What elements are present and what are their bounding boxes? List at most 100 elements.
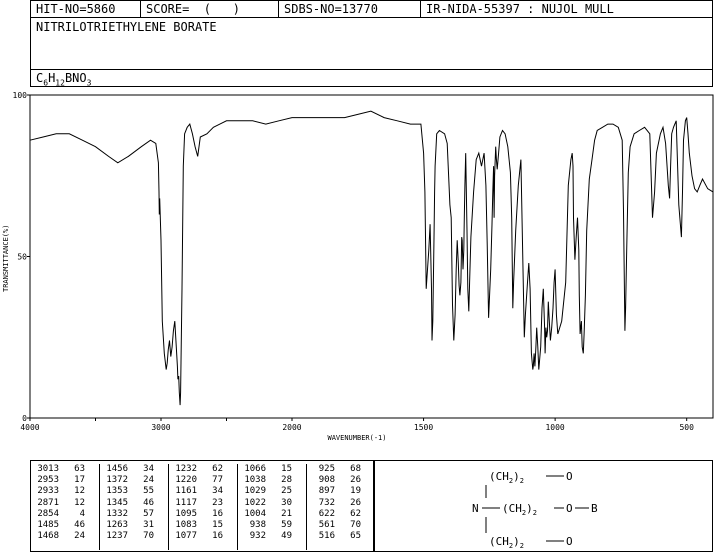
x-tick-label: 500 xyxy=(679,423,694,432)
arm-mid-ch2: (CH2)2 xyxy=(502,502,537,517)
peak-wavenumber: 1372 xyxy=(106,475,128,486)
x-axis-label: WAVENUMBER(-1) xyxy=(327,434,386,442)
peak-wavenumber: 1220 xyxy=(175,475,197,486)
peak-wavenumber: 897 xyxy=(318,486,335,497)
peak-wavenumber: 925 xyxy=(318,464,335,474)
peak-transmittance: 77 xyxy=(212,475,223,486)
peak-wavenumber: 1095 xyxy=(175,508,197,519)
ir-spectrum-chart: 4000 3000 2000 1500 1000 500100500 TRANSMITTA… xyxy=(2,91,714,442)
peak-wavenumber: 1345 xyxy=(106,497,128,508)
peak-row: 938 59 xyxy=(238,520,306,531)
peak-wavenumber: 938 xyxy=(249,519,266,530)
peak-transmittance: 12 xyxy=(74,486,85,497)
peak-row: 2933 12 xyxy=(31,486,99,497)
peak-row: 561 70 xyxy=(307,520,375,531)
peak-transmittance: 70 xyxy=(350,519,361,530)
arm-bottom-ch2: (CH2)2 xyxy=(489,535,524,550)
peak-wavenumber: 1161 xyxy=(175,486,197,497)
peak-transmittance: 16 xyxy=(212,508,223,519)
boron: B xyxy=(591,502,598,515)
peak-transmittance: 59 xyxy=(281,519,292,530)
peak-transmittance: 68 xyxy=(350,464,361,474)
peak-wavenumber: 1083 xyxy=(175,519,197,530)
peak-transmittance: 65 xyxy=(350,531,361,542)
peak-wavenumber: 622 xyxy=(318,508,335,519)
x-tick-label: 1000 xyxy=(545,423,564,432)
peak-transmittance: 57 xyxy=(143,508,154,519)
peak-row: 932 49 xyxy=(238,531,306,542)
peak-row: 1332 57 xyxy=(100,509,168,520)
x-tick-label: 2000 xyxy=(282,423,301,432)
peak-row: 1456 34 xyxy=(100,464,168,475)
peak-transmittance: 15 xyxy=(212,519,223,530)
peak-wavenumber: 932 xyxy=(249,531,266,542)
peak-row: 1468 24 xyxy=(31,531,99,542)
peak-row: 2854 4 xyxy=(31,509,99,520)
structure-box: (CH2)2 O N (CH2)2 O B (CH2)2 O xyxy=(373,460,713,552)
peak-transmittance: 19 xyxy=(350,486,361,497)
peak-transmittance: 26 xyxy=(350,475,361,486)
peak-row: 1237 70 xyxy=(100,531,168,542)
y-tick-label: 0 xyxy=(22,414,27,423)
x-tick-label: 4000 xyxy=(20,423,39,432)
peak-wavenumber: 1077 xyxy=(175,531,197,542)
peak-wavenumber: 1038 xyxy=(244,475,266,486)
peak-row: 1353 55 xyxy=(100,486,168,497)
peak-row: 1485 46 xyxy=(31,520,99,531)
peak-transmittance: 49 xyxy=(281,531,292,542)
peak-row: 1022 30 xyxy=(238,498,306,509)
peak-transmittance: 23 xyxy=(212,497,223,508)
peak-transmittance: 24 xyxy=(143,475,154,486)
peak-wavenumber: 1237 xyxy=(106,531,128,542)
peak-wavenumber: 1029 xyxy=(244,486,266,497)
peak-transmittance: 31 xyxy=(143,519,154,530)
peak-transmittance: 15 xyxy=(281,464,292,474)
peak-wavenumber: 1353 xyxy=(106,486,128,497)
peak-wavenumber: 1066 xyxy=(244,464,266,474)
peak-wavenumber: 1117 xyxy=(175,497,197,508)
x-tick-label: 1500 xyxy=(414,423,433,432)
peak-column: 925 68 908 26 897 19 732 26 622 62 561 70 516 65 xyxy=(307,464,375,550)
peak-row: 1232 62 xyxy=(169,464,237,475)
peak-wavenumber: 1022 xyxy=(244,497,266,508)
oxygen-mid: O xyxy=(566,502,573,515)
peak-wavenumber: 1332 xyxy=(106,508,128,519)
peak-row: 3013 63 xyxy=(31,464,99,475)
peak-transmittance: 46 xyxy=(74,519,85,530)
arm-top-ch2: (CH2)2 xyxy=(489,470,524,485)
peak-row: 925 68 xyxy=(307,464,375,475)
peak-wavenumber: 2854 xyxy=(37,508,59,519)
peak-row: 1083 15 xyxy=(169,520,237,531)
peak-wavenumber: 1468 xyxy=(37,531,59,542)
peak-row: 1263 31 xyxy=(100,520,168,531)
peak-row: 2953 17 xyxy=(31,475,99,486)
peak-wavenumber: 2871 xyxy=(37,497,59,508)
y-axis-label: TRANSMITTANCE(%) xyxy=(2,225,10,292)
peak-transmittance: 62 xyxy=(350,508,361,519)
peak-transmittance: 28 xyxy=(281,475,292,486)
peak-transmittance: 63 xyxy=(74,464,85,474)
peak-row: 1117 23 xyxy=(169,498,237,509)
peak-wavenumber: 2953 xyxy=(37,475,59,486)
oxygen-bottom: O xyxy=(566,535,573,548)
peak-transmittance: 46 xyxy=(143,497,154,508)
peak-row: 1345 46 xyxy=(100,498,168,509)
peak-row: 622 62 xyxy=(307,509,375,520)
peak-transmittance: 62 xyxy=(212,464,223,474)
spectrum-line xyxy=(29,110,714,406)
peak-row: 1095 16 xyxy=(169,509,237,520)
peak-transmittance: 21 xyxy=(281,508,292,519)
peak-transmittance: 12 xyxy=(74,497,85,508)
peak-column: 3013 63 2953 17 2933 12 2871 12 2854 4 1485 46 1468 2… xyxy=(31,464,100,550)
peak-wavenumber: 3013 xyxy=(37,464,59,474)
peak-row: 1372 24 xyxy=(100,475,168,486)
peak-transmittance: 34 xyxy=(143,464,154,474)
peak-transmittance: 24 xyxy=(74,531,85,542)
peak-wavenumber: 1263 xyxy=(106,519,128,530)
peak-row: 1161 34 xyxy=(169,486,237,497)
peak-row: 1066 15 xyxy=(238,464,306,475)
peak-wavenumber: 1485 xyxy=(37,519,59,530)
peak-row: 1038 28 xyxy=(238,475,306,486)
peak-transmittance: 17 xyxy=(74,475,85,486)
peak-transmittance: 70 xyxy=(143,531,154,542)
